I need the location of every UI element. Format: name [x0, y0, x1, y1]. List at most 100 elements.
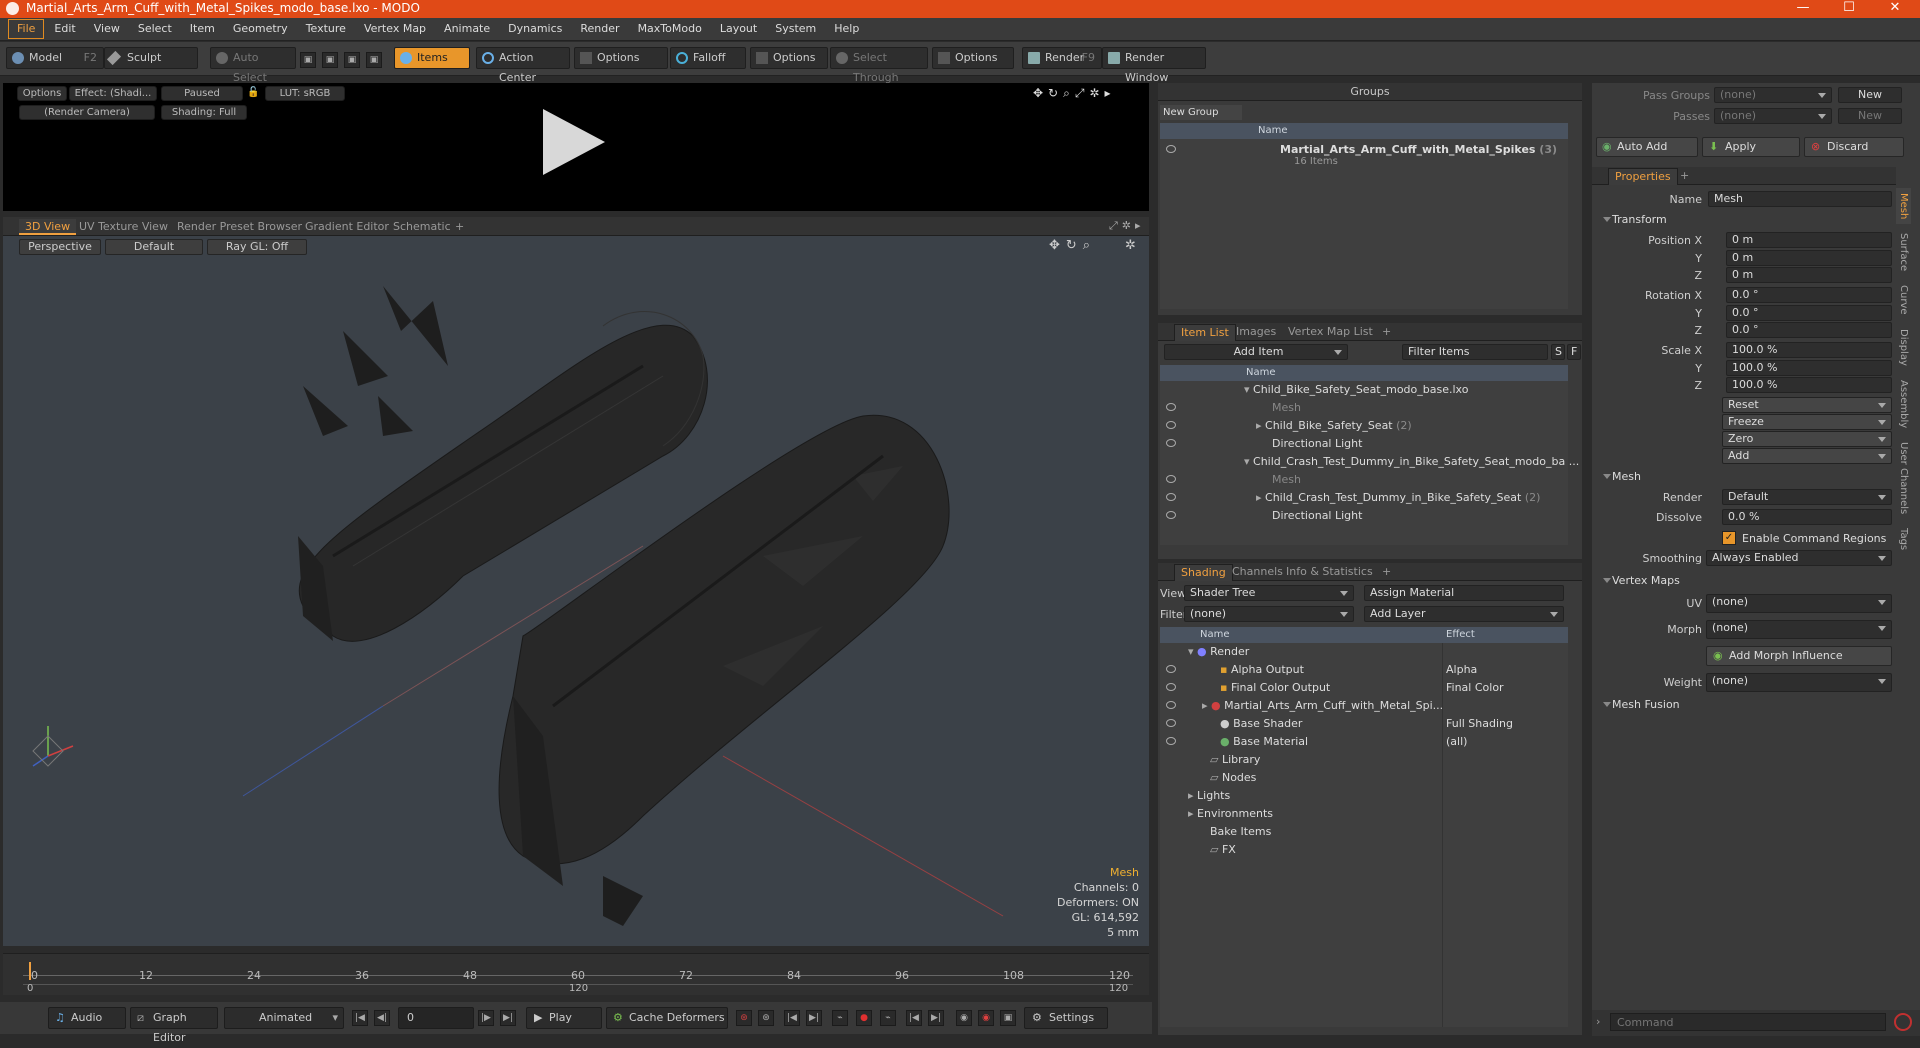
menu-animate[interactable]: Animate [436, 19, 498, 39]
lock-icon[interactable]: 🔓 [247, 86, 259, 101]
side-tab-assembly[interactable]: Assembly [1896, 375, 1911, 433]
select-through-button[interactable]: Select Through [830, 47, 928, 84]
list-item[interactable]: ▸ Child_Bike_Safety_Seat (2) [1160, 417, 1568, 435]
model-mode-button[interactable]: Model F2 [6, 47, 104, 69]
view-dropdown[interactable]: Shader Tree [1184, 585, 1354, 601]
preview-options-button[interactable]: Options [17, 86, 67, 101]
side-tab-surface[interactable]: Surface [1896, 228, 1911, 276]
vertices-mode-icon[interactable]: ▣ [300, 52, 316, 68]
key-options-icon[interactable]: ⌁ [880, 1010, 896, 1026]
new-pass-group-button[interactable]: New [1838, 87, 1902, 103]
add-item-dropdown[interactable]: Add Item [1164, 344, 1348, 360]
position-x-field[interactable]: 0 m [1726, 232, 1892, 248]
transform-section[interactable]: Transform [1600, 212, 1895, 228]
prev-key-icon[interactable]: |◀ [784, 1010, 800, 1026]
position-z-field[interactable]: 0 m [1726, 267, 1892, 283]
render-dropdown[interactable]: Default [1722, 489, 1892, 505]
animated-dropdown[interactable]: Animated ▾ [224, 1007, 344, 1029]
shader-row[interactable]: ▱ Library [1160, 751, 1568, 769]
tab-3d-view[interactable]: 3D View [19, 219, 77, 235]
side-tab-mesh[interactable]: Mesh [1896, 188, 1911, 225]
tab-gradient-editor[interactable]: Gradient Editor [299, 219, 395, 235]
record-macro-icon[interactable] [1894, 1013, 1912, 1031]
tab-images[interactable]: Images [1230, 324, 1282, 341]
cache-deformers-button[interactable]: ⚙ Cache Deformers [606, 1007, 728, 1029]
uv-dropdown[interactable]: (none) [1706, 594, 1892, 613]
list-item[interactable]: ▾ Child_Bike_Safety_Seat_modo_base.lxo [1160, 381, 1568, 399]
falloff-options-button[interactable]: Options [750, 47, 828, 69]
preview-nav-icons[interactable]: ✥↻⌕⤢✲▸ [1033, 86, 1116, 101]
3d-viewport[interactable]: Perspective Default Ray GL: Off ✥↻⌕ ✲ Me… [3, 236, 1149, 946]
reset-dropdown[interactable]: Reset [1722, 397, 1892, 413]
add-tab-button[interactable]: + [1674, 168, 1695, 185]
record-icon[interactable]: ● [856, 1010, 872, 1026]
menu-texture[interactable]: Texture [298, 19, 354, 39]
tab-vertex-map-list[interactable]: Vertex Map List [1282, 324, 1379, 341]
shader-row[interactable]: ▸ Environments [1160, 805, 1568, 823]
menu-help[interactable]: Help [826, 19, 867, 39]
tab-render-preset-browser[interactable]: Render Preset Browser [171, 219, 308, 235]
shader-row[interactable]: ▪ Alpha Output Alpha [1160, 661, 1568, 679]
settings-button[interactable]: ⚙ Settings [1024, 1007, 1108, 1029]
audio-button[interactable]: ♫ Audio [48, 1007, 126, 1029]
menu-view[interactable]: View [86, 19, 128, 39]
filter-dropdown[interactable]: (none) [1184, 606, 1354, 622]
render-window-button[interactable]: Render Window [1102, 47, 1206, 84]
skip-start-icon[interactable]: |◀ [352, 1010, 368, 1026]
assign-material-button[interactable]: Assign Material [1364, 585, 1564, 601]
scale-y-field[interactable]: 100.0 % [1726, 360, 1892, 376]
maximize-button[interactable]: ☐ [1826, 0, 1872, 18]
side-tab-curve[interactable]: Curve [1896, 280, 1911, 320]
render-button[interactable]: Render F9 [1022, 47, 1102, 69]
add-layer-dropdown[interactable]: Add Layer [1364, 606, 1564, 622]
materials-mode-icon[interactable]: ▣ [366, 52, 382, 68]
freeze-dropdown[interactable]: Freeze [1722, 414, 1892, 430]
mesh-section[interactable]: Mesh [1600, 469, 1895, 485]
shader-row[interactable]: ▪ Final Color Output Final Color [1160, 679, 1568, 697]
scale-z-field[interactable]: 100.0 % [1726, 377, 1892, 393]
action-center-options-button[interactable]: Options [574, 47, 668, 69]
frame-input[interactable]: 0 [398, 1007, 474, 1029]
play-button[interactable]: ▶ Play [526, 1007, 602, 1029]
zero-dropdown[interactable]: Zero [1722, 431, 1892, 447]
eye-icon[interactable] [1166, 421, 1176, 429]
eye-icon[interactable] [1166, 511, 1176, 519]
morph-dropdown[interactable]: (none) [1706, 620, 1892, 639]
filter-s-button[interactable]: S [1551, 344, 1565, 360]
graph-editor-button[interactable]: ⧄ Graph Editor [130, 1007, 218, 1044]
auto-select-button[interactable]: Auto Select [210, 47, 296, 84]
shader-row[interactable]: ▸ Lights [1160, 787, 1568, 805]
dissolve-field[interactable]: 0.0 % [1722, 509, 1892, 525]
tab-schematic[interactable]: Schematic [387, 219, 457, 235]
shader-row[interactable]: Bake Items [1160, 823, 1568, 841]
menu-render[interactable]: Render [572, 19, 627, 39]
lut-dropdown[interactable]: LUT: sRGB [265, 86, 345, 101]
minimize-button[interactable]: — [1780, 0, 1826, 18]
list-item[interactable]: ▾ Child_Crash_Test_Dummy_in_Bike_Safety_… [1160, 453, 1579, 471]
tab-properties[interactable]: Properties [1608, 168, 1678, 185]
pass-groups-dropdown[interactable]: (none) [1714, 87, 1832, 103]
delete-key-icon[interactable]: ◉ [978, 1010, 994, 1026]
eye-icon[interactable] [1166, 475, 1176, 483]
menu-select[interactable]: Select [130, 19, 180, 39]
weight-dropdown[interactable]: (none) [1706, 673, 1892, 692]
auto-key-icon[interactable]: ⊛ [758, 1010, 774, 1026]
vertex-maps-section[interactable]: Vertex Maps [1600, 573, 1895, 589]
render-preview[interactable]: Options Effect: (Shadi... Paused 🔓 LUT: … [3, 83, 1149, 211]
eye-icon[interactable] [1166, 737, 1176, 745]
eye-icon[interactable] [1166, 701, 1176, 709]
group-row[interactable]: Martial_Arts_Arm_Cuff_with_Metal_Spikes … [1160, 141, 1568, 171]
auto-add-button[interactable]: ◉ Auto Add [1596, 137, 1698, 157]
shader-row[interactable]: ▾ ● Render [1160, 643, 1568, 661]
eye-icon[interactable] [1166, 493, 1176, 501]
side-tab-user-channels[interactable]: User Channels [1896, 437, 1911, 519]
shader-row[interactable]: ▱ Nodes [1160, 769, 1568, 787]
list-item[interactable]: Directional Light [1160, 507, 1568, 525]
position-y-field[interactable]: 0 m [1726, 250, 1892, 266]
filter-items-input[interactable]: Filter Items [1402, 344, 1548, 360]
viewport-expand-icons[interactable]: ⤢✲▸ [1109, 219, 1145, 233]
menu-dynamics[interactable]: Dynamics [500, 19, 570, 39]
new-pass-button[interactable]: New [1838, 108, 1902, 124]
sculpt-mode-button[interactable]: Sculpt [104, 47, 198, 69]
close-button[interactable]: ✕ [1872, 0, 1918, 18]
